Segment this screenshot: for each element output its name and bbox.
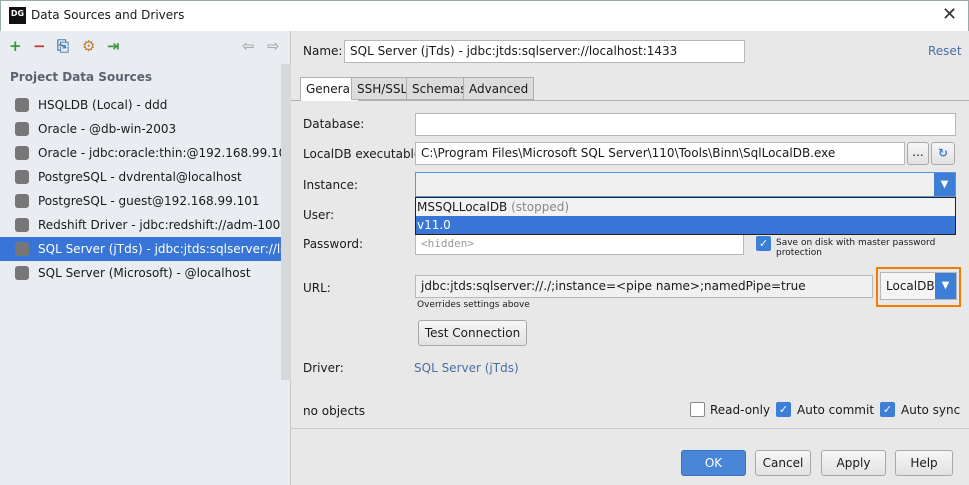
database-input[interactable] xyxy=(415,113,956,136)
name-label: Name: xyxy=(303,44,343,58)
instance-option-selected[interactable]: v11.0 xyxy=(416,216,955,234)
sidebar-item-label: Redshift Driver - jdbc:redshift://adm-10… xyxy=(38,218,281,232)
forward-icon[interactable]: ⇨ xyxy=(267,37,280,55)
option-status: (stopped) xyxy=(511,200,570,214)
reset-link[interactable]: Reset xyxy=(928,44,962,58)
sidebar-item[interactable]: PostgreSQL - guest@192.168.99.101 xyxy=(0,189,281,213)
chevron-down-icon[interactable]: ▼ xyxy=(935,273,956,299)
import-icon[interactable]: ⇥ xyxy=(107,37,120,55)
auto-commit-label: Auto commit xyxy=(797,403,875,417)
sidebar-item[interactable]: Redshift Driver - jdbc:redshift://adm-10… xyxy=(0,213,281,237)
chevron-down-icon[interactable]: ▼ xyxy=(934,173,955,196)
oracle-icon xyxy=(15,122,29,136)
url-hint: Overrides settings above xyxy=(417,300,530,310)
sidebar-heading: Project Data Sources xyxy=(10,70,153,84)
test-connection-button[interactable]: Test Connection xyxy=(418,320,527,346)
sidebar-item[interactable]: SQL Server (jTds) - jdbc:jtds:sqlserver:… xyxy=(0,237,281,261)
add-icon[interactable]: + xyxy=(9,37,22,55)
refresh-icon[interactable]: ↻ xyxy=(931,142,955,165)
instance-dropdown: MSSQLLocalDB (stopped) v11.0 xyxy=(415,197,956,235)
localdb-input[interactable]: C:\Program Files\Microsoft SQL Server\11… xyxy=(415,142,905,165)
postgresql-icon xyxy=(15,194,29,208)
read-only-label: Read-only xyxy=(710,403,771,417)
sidebar-item-label: SQL Server (Microsoft) - @localhost xyxy=(38,266,251,280)
instance-combobox[interactable] xyxy=(415,172,956,197)
sidebar-item-label: PostgreSQL - dvdrental@localhost xyxy=(38,170,242,184)
browse-button[interactable]: ... xyxy=(907,142,929,165)
user-label: User: xyxy=(303,208,335,222)
apply-button[interactable]: Apply xyxy=(821,450,886,476)
sidebar-item[interactable]: HSQLDB (Local) - ddd xyxy=(0,93,281,117)
app-logo: DG xyxy=(9,7,26,24)
sidebar-item[interactable]: Oracle - jdbc:oracle:thin:@192.168.99.10… xyxy=(0,141,281,165)
sidebar-item-label: Oracle - jdbc:oracle:thin:@192.168.99.10… xyxy=(38,146,281,160)
sqlserver-icon xyxy=(15,242,29,256)
name-input[interactable]: SQL Server (jTds) - jdbc:jtds:sqlserver:… xyxy=(344,40,745,63)
save-password-label: Save on disk with master password protec… xyxy=(776,238,936,258)
cancel-button[interactable]: Cancel xyxy=(755,450,811,476)
sidebar-item-label: Oracle - @db-win-2003 xyxy=(38,122,177,136)
tab-advanced[interactable]: Advanced xyxy=(463,77,535,100)
status-text: no objects xyxy=(303,404,365,418)
localdb-label: LocalDB executable: xyxy=(303,147,426,161)
ok-button[interactable]: OK xyxy=(681,450,746,476)
sidebar-item[interactable]: PostgreSQL - dvdrental@localhost xyxy=(0,165,281,189)
instance-option[interactable]: MSSQLLocalDB (stopped) xyxy=(416,198,955,216)
url-label: URL: xyxy=(303,281,331,295)
sqlserver-icon xyxy=(15,266,29,280)
back-icon[interactable]: ⇦ xyxy=(242,37,255,55)
postgresql-icon xyxy=(15,170,29,184)
copy-icon[interactable]: ⎘ xyxy=(57,37,69,55)
url-input[interactable]: jdbc:jtds:sqlserver://./;instance=<pipe … xyxy=(415,275,873,298)
close-icon[interactable]: ✕ xyxy=(942,4,957,25)
password-input[interactable]: <hidden> xyxy=(415,232,744,255)
remove-icon[interactable]: − xyxy=(33,37,46,55)
sidebar-scrollbar[interactable] xyxy=(281,64,291,380)
option-name: MSSQLLocalDB xyxy=(417,200,508,214)
redshift-icon xyxy=(15,218,29,232)
sidebar-item-label: SQL Server (jTds) - jdbc:jtds:sqlserver:… xyxy=(38,242,281,256)
window-title: Data Sources and Drivers xyxy=(31,8,185,22)
instance-label: Instance: xyxy=(303,178,359,192)
auto-sync-checkbox[interactable]: ✓ xyxy=(880,402,895,417)
sidebar-item[interactable]: Oracle - @db-win-2003 xyxy=(0,117,281,141)
settings-icon[interactable]: ⚙ xyxy=(82,37,95,55)
driver-link[interactable]: SQL Server (jTds) xyxy=(414,361,519,375)
sidebar-item-label: PostgreSQL - guest@192.168.99.101 xyxy=(38,194,260,208)
password-label: Password: xyxy=(303,237,364,251)
sidebar-item[interactable]: SQL Server (Microsoft) - @localhost xyxy=(0,261,281,285)
hsqldb-icon xyxy=(15,98,29,112)
tab-ssh-ssl[interactable]: SSH/SSL xyxy=(351,77,414,100)
save-password-checkbox[interactable]: ✓ xyxy=(756,236,771,251)
driver-label: Driver: xyxy=(303,361,344,375)
database-label: Database: xyxy=(303,117,365,131)
auto-sync-label: Auto sync xyxy=(901,403,961,417)
help-button[interactable]: Help xyxy=(895,450,953,476)
auto-commit-checkbox[interactable]: ✓ xyxy=(776,402,791,417)
sidebar-item-label: HSQLDB (Local) - ddd xyxy=(38,98,168,112)
oracle-icon xyxy=(15,146,29,160)
read-only-checkbox[interactable] xyxy=(690,402,705,417)
